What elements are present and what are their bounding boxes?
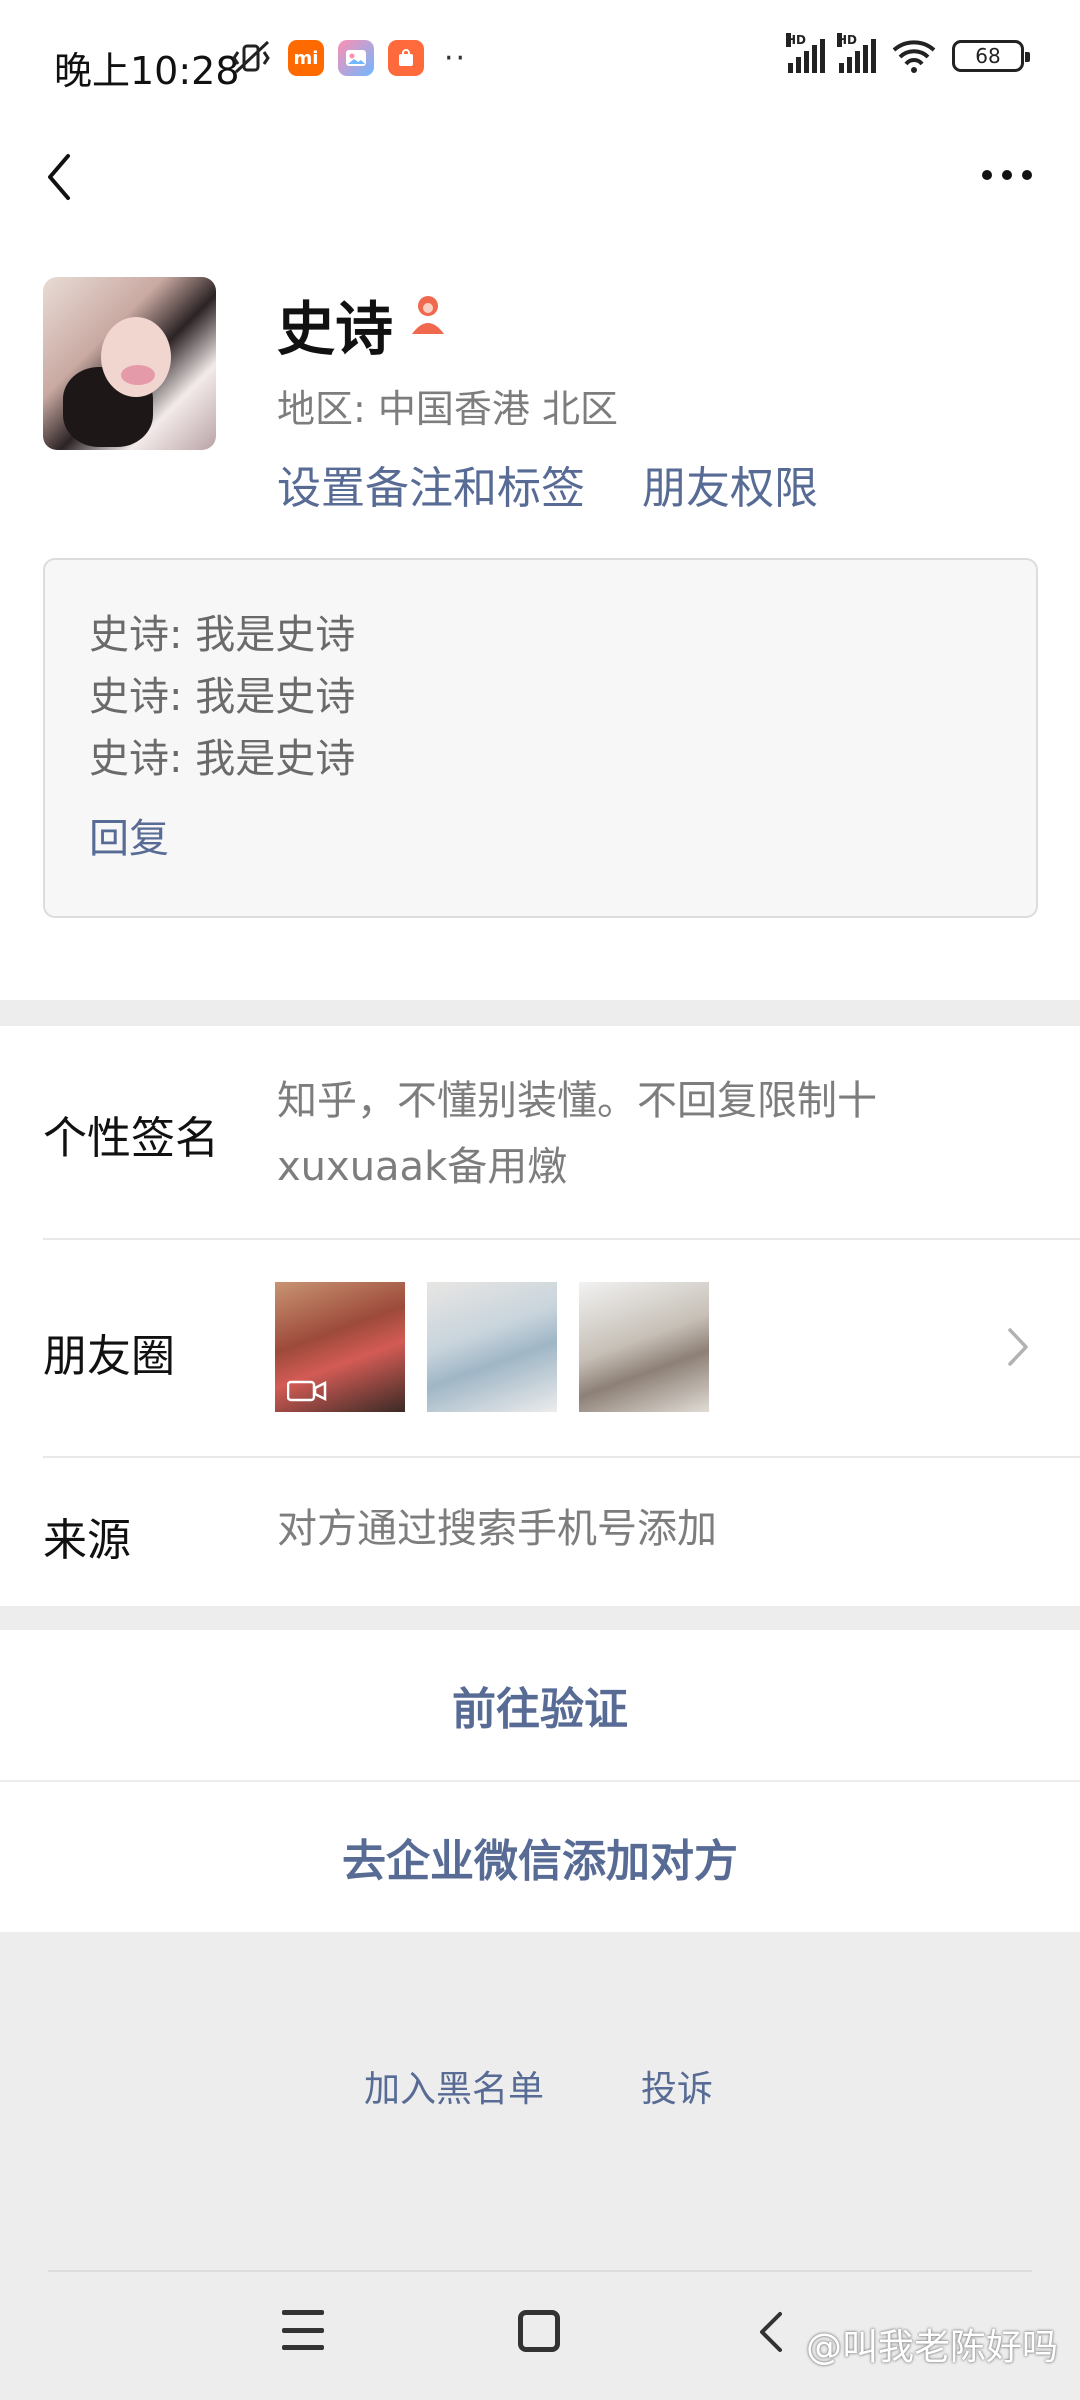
status-time: 晚上10:28 bbox=[54, 49, 240, 93]
signal-icon-2: HD bbox=[837, 33, 876, 73]
moments-thumbnail[interactable] bbox=[275, 1282, 405, 1412]
message-line: 史诗: 我是史诗 bbox=[89, 674, 356, 720]
source-label: 来源 bbox=[43, 1515, 131, 1566]
watermark: @叫我老陈好吗 bbox=[805, 2327, 1058, 2368]
message-line: 史诗: 我是史诗 bbox=[89, 612, 356, 658]
blacklist-link[interactable]: 加入黑名单 bbox=[364, 2060, 544, 2112]
divider bbox=[43, 1456, 1080, 1458]
back-arrow-icon[interactable] bbox=[36, 142, 86, 212]
mute-vibrate-icon bbox=[232, 40, 270, 74]
set-remark-link[interactable]: 设置备注和标签 bbox=[277, 452, 585, 516]
wifi-icon bbox=[892, 40, 936, 73]
mi-app-icon: mi bbox=[288, 40, 324, 76]
signature-label: 个性签名 bbox=[43, 1113, 219, 1164]
moments-thumbnail[interactable] bbox=[427, 1282, 557, 1412]
wecom-add-button[interactable]: 去企业微信添加对方 bbox=[0, 1782, 1080, 1932]
message-line: 史诗: 我是史诗 bbox=[89, 736, 356, 782]
reply-link[interactable]: 回复 bbox=[89, 806, 1036, 864]
avatar[interactable] bbox=[43, 277, 216, 450]
signature-line: 知乎，不懂别装懂。不回复限制十 bbox=[277, 1078, 877, 1124]
more-options-icon[interactable] bbox=[982, 160, 1042, 190]
hd-label: HD bbox=[786, 33, 807, 47]
divider bbox=[43, 1238, 1080, 1240]
recent-apps-button[interactable] bbox=[282, 2310, 324, 2350]
chevron-right-icon bbox=[1008, 1328, 1028, 1366]
female-user-icon bbox=[412, 296, 444, 334]
moments-label: 朋友圈 bbox=[43, 1331, 175, 1382]
source-value: 对方通过搜索手机号添加 bbox=[277, 1506, 717, 1552]
home-button[interactable] bbox=[518, 2310, 560, 2352]
region-text: 地区: 中国香港 北区 bbox=[277, 387, 618, 431]
navbar-divider bbox=[48, 2270, 1032, 2272]
battery-level: 68 bbox=[975, 44, 1001, 68]
contact-name: 史诗 bbox=[277, 295, 394, 363]
report-link[interactable]: 投诉 bbox=[641, 2060, 713, 2112]
moments-thumbnail[interactable] bbox=[579, 1282, 709, 1412]
signature-text: 知乎，不懂别装懂。不回复限制十 xuxuaak备用燉 bbox=[277, 1068, 877, 1200]
info-list: 个性签名 知乎，不懂别装懂。不回复限制十 xuxuaak备用燉 朋友圈 来源 对… bbox=[0, 1026, 1080, 1606]
status-bar: 晚上10:28 mi ·· HD HD 68 bbox=[0, 0, 1080, 130]
signature-line: xuxuaak备用燉 bbox=[277, 1144, 568, 1190]
battery-icon: 68 bbox=[952, 40, 1030, 72]
shop-app-icon bbox=[388, 40, 424, 76]
hd-label-2: HD bbox=[837, 33, 858, 47]
more-notifications-indicator: ·· bbox=[444, 40, 468, 76]
video-icon bbox=[287, 1380, 327, 1402]
verify-button[interactable]: 前往验证 bbox=[0, 1630, 1080, 1780]
gallery-app-icon bbox=[338, 40, 374, 76]
friend-permission-link[interactable]: 朋友权限 bbox=[642, 452, 818, 516]
verification-messages: 史诗: 我是史诗 史诗: 我是史诗 史诗: 我是史诗 回复 bbox=[43, 558, 1038, 918]
signal-icon: HD bbox=[786, 33, 825, 73]
status-system-icons: HD HD 68 bbox=[786, 33, 1030, 74]
status-notification-icons: mi ·· bbox=[232, 40, 467, 76]
profile-card: 史诗 地区: 中国香港 北区 设置备注和标签 朋友权限 史诗: 我是史诗 史诗:… bbox=[0, 130, 1080, 1000]
system-back-icon[interactable] bbox=[756, 2310, 786, 2354]
